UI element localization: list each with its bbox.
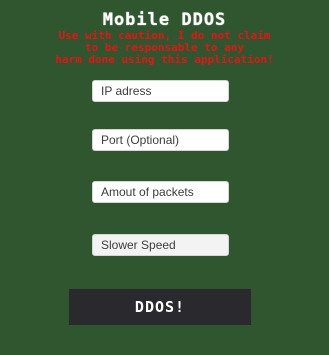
ip-address-input[interactable]: [92, 80, 229, 102]
port-input[interactable]: [92, 129, 229, 151]
packet-count-input[interactable]: [92, 181, 229, 203]
ddos-button[interactable]: DDOS!: [69, 289, 251, 325]
app-title: Mobile DDOS: [102, 10, 227, 30]
warning-message: Use with caution, I do not claim to be r…: [0, 30, 329, 66]
speed-input[interactable]: [92, 234, 229, 256]
warning-line: harm done using this application!: [55, 53, 274, 66]
